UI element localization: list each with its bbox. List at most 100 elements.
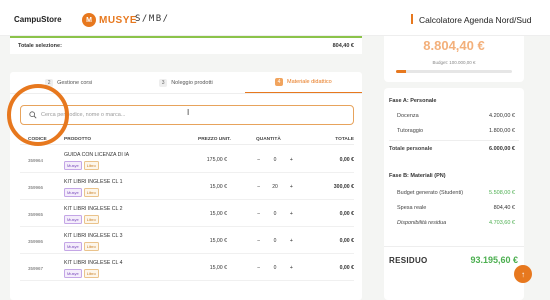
budget-progress-bar <box>396 70 512 73</box>
search-input[interactable] <box>41 108 341 122</box>
row-price: 15,00 € <box>209 211 227 217</box>
decrement-button[interactable]: − <box>257 211 260 217</box>
spesa-reale-value: 804,40 € <box>493 205 515 211</box>
tutoraggio-label: Tutoraggio <box>397 128 424 134</box>
row-price: 175,00 € <box>206 157 227 163</box>
musye-logo: M MUSYE <box>82 13 137 27</box>
row-price: 15,00 € <box>209 238 227 244</box>
tab-label: Noleggio prodotti <box>171 79 213 86</box>
increment-button[interactable]: + <box>290 157 293 163</box>
tab-bar: 2 Gestione corsi 3 Noleggio prodotti 4 M… <box>10 72 362 94</box>
phase-b-title: Fase B: Materiali (PN) <box>389 173 446 179</box>
campustore-logo: CampuStore <box>14 15 62 24</box>
quantity-value[interactable]: 0 <box>274 157 277 163</box>
spesa-reale-row: Spesa reale 804,40 € <box>389 203 519 213</box>
col-price: PREZZO UNIT. <box>198 137 231 142</box>
docenza-value: 4.200,00 € <box>489 113 515 119</box>
tutoraggio-value: 1.800,00 € <box>489 128 515 134</box>
table-row: 359964 GUIDA CON LICENZA DI IA Musye Lib… <box>20 146 354 173</box>
spesa-reale-label: Spesa reale <box>397 205 427 211</box>
residuo-label: RESIDUO <box>389 256 428 265</box>
tab-noleggio-prodotti[interactable]: 3 Noleggio prodotti <box>127 72 244 93</box>
tab-label: Materiale didattico <box>287 79 332 85</box>
table-row: 359965 KIT LIBRI INGLESE CL 2 Musye Libr… <box>20 200 354 227</box>
totale-personale-value: 6.000,00 € <box>489 146 515 152</box>
budget-generato-value: 5.508,00 € <box>489 190 515 196</box>
decrement-button[interactable]: − <box>257 265 260 271</box>
row-price: 15,00 € <box>209 184 227 190</box>
phase-a-title: Fase A: Personale <box>389 98 437 104</box>
search-box[interactable]: I <box>20 105 354 125</box>
decrement-button[interactable]: − <box>257 184 260 190</box>
docenza-label: Docenza <box>397 113 419 119</box>
row-price: 15,00 € <box>209 265 227 271</box>
badge-libro: Libro <box>83 161 99 170</box>
row-badges: Musye Libro <box>64 269 99 278</box>
increment-button[interactable]: + <box>290 184 293 190</box>
table-row: 359986 KIT LIBRI INGLESE CL 3 Musye Libr… <box>20 227 354 254</box>
tab-label: Gestione corsi <box>57 79 93 86</box>
smbi-logo: S/MB/ <box>135 14 170 24</box>
quantity-stepper: − 20 + <box>257 182 293 191</box>
selection-summary: Totale selezione: 804,40 € <box>10 36 362 54</box>
col-product: PRODOTTO <box>64 137 92 142</box>
decrement-button[interactable]: − <box>257 157 260 163</box>
budget-label: Budget: 100.000,00 € <box>432 60 476 65</box>
divider <box>389 140 519 141</box>
quantity-stepper: − 0 + <box>257 263 293 272</box>
table-header: CODICE PRODOTTO PREZZO UNIT. QUANTITÀ TO… <box>20 135 354 145</box>
row-name: KIT LIBRI INGLESE CL 3 <box>64 233 123 239</box>
quantity-stepper: − 0 + <box>257 155 293 164</box>
badge-libro: Libro <box>83 188 99 197</box>
badge-libro: Libro <box>83 242 99 251</box>
disponibilita-value: 4.703,60 € <box>489 220 515 226</box>
text-cursor-icon: I <box>187 108 190 117</box>
increment-button[interactable]: + <box>290 265 293 271</box>
row-badges: Musye Libro <box>64 215 99 224</box>
table-row: 359967 KIT LIBRI INGLESE CL 4 Musye Libr… <box>20 254 354 281</box>
tab-number: 4 <box>275 78 283 86</box>
quantity-value[interactable]: 0 <box>274 211 277 217</box>
totale-personale-row: Totale personale 6.000,00 € <box>389 144 519 154</box>
row-name: KIT LIBRI INGLESE CL 2 <box>64 206 123 212</box>
row-name: GUIDA CON LICENZA DI IA <box>64 152 130 158</box>
row-total: 0,00 € <box>339 157 354 163</box>
decrement-button[interactable]: − <box>257 238 260 244</box>
tab-materiale-didattico[interactable]: 4 Materiale didattico <box>244 72 362 93</box>
row-total: 300,00 € <box>333 184 354 190</box>
row-code: 359986 <box>28 239 44 244</box>
badge-musye: Musye <box>64 242 82 251</box>
row-badges: Musye Libro <box>64 161 99 170</box>
docenza-row: Docenza 4.200,00 € <box>389 111 519 121</box>
musye-logo-mark: M <box>82 13 96 27</box>
row-code: 359965 <box>28 212 44 217</box>
disponibilita-label: Disponibilità residua <box>397 220 447 226</box>
quantity-stepper: − 0 + <box>257 209 293 218</box>
badge-libro: Libro <box>83 215 99 224</box>
row-code: 359964 <box>28 158 44 163</box>
row-total: 0,00 € <box>339 238 354 244</box>
row-name: KIT LIBRI INGLESE CL 1 <box>64 179 123 185</box>
badge-libro: Libro <box>83 269 99 278</box>
increment-button[interactable]: + <box>290 211 293 217</box>
totale-personale-label: Totale personale <box>389 146 433 152</box>
tutoraggio-row: Tutoraggio 1.800,00 € <box>389 126 519 136</box>
quantity-value[interactable]: 20 <box>272 184 278 190</box>
row-code: 359967 <box>28 266 44 271</box>
badge-musye: Musye <box>64 215 82 224</box>
spent-total: 8.804,40 € <box>423 38 485 53</box>
arrow-up-icon[interactable]: ↑ <box>514 265 532 283</box>
row-total: 0,00 € <box>339 211 354 217</box>
budget-generato-label: Budget generato (Studenti) <box>397 190 464 196</box>
budget-generato-row: Budget generato (Studenti) 5.508,00 € <box>389 188 519 198</box>
quantity-value[interactable]: 0 <box>274 265 277 271</box>
disponibilita-row: Disponibilità residua 4.703,60 € <box>389 218 519 228</box>
row-total: 0,00 € <box>339 265 354 271</box>
table-row: 359966 KIT LIBRI INGLESE CL 1 Musye Libr… <box>20 173 354 200</box>
increment-button[interactable]: + <box>290 238 293 244</box>
quantity-stepper: − 0 + <box>257 236 293 245</box>
highlight-circle <box>7 84 69 146</box>
row-badges: Musye Libro <box>64 242 99 251</box>
budget-progress-fill <box>396 70 407 73</box>
quantity-value[interactable]: 0 <box>274 238 277 244</box>
